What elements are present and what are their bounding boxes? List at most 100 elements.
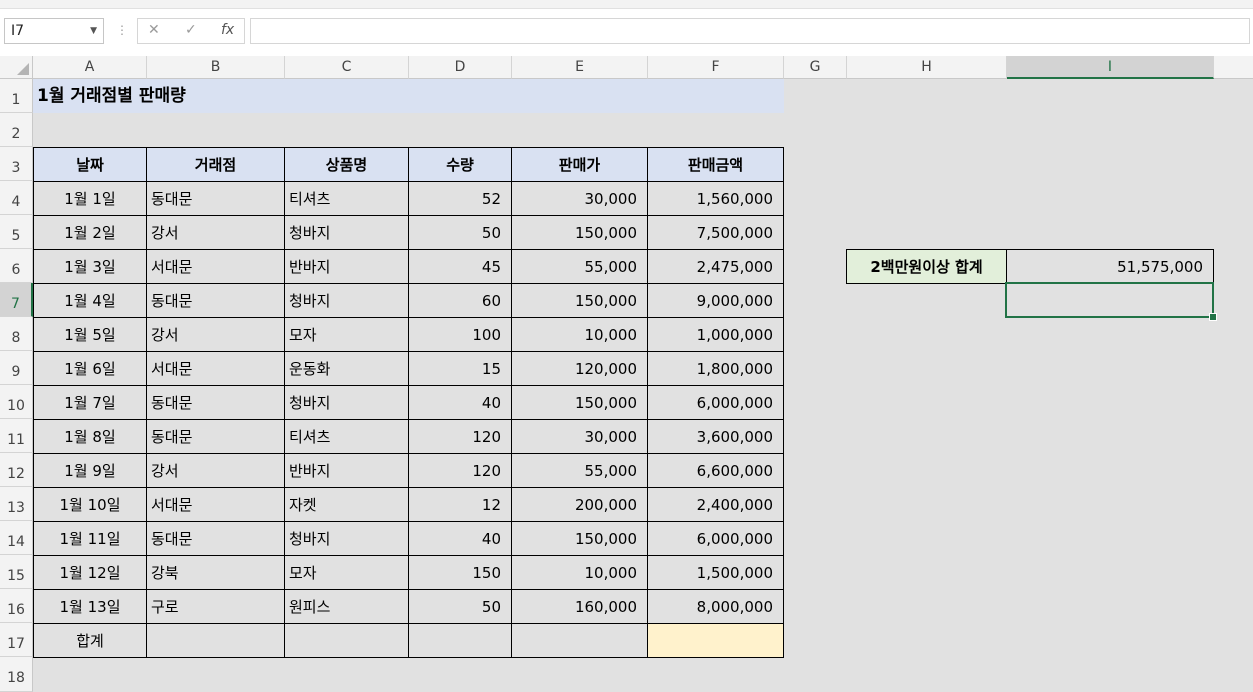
cell-quantity[interactable]: 50 [408,215,512,250]
cell-store[interactable]: 서대문 [146,351,285,386]
cell-product[interactable]: 운동화 [284,351,409,386]
cell-store[interactable]: 서대문 [146,249,285,284]
row-header-17[interactable]: 17 [0,623,33,657]
column-header-i[interactable]: I [1007,56,1214,79]
row-header-12[interactable]: 12 [0,453,33,487]
cell-amount[interactable]: 9,000,000 [647,283,784,318]
formula-input[interactable] [250,18,1250,44]
cell-price[interactable]: 30,000 [511,181,648,216]
cell-store[interactable]: 구로 [146,589,285,624]
row-header-14[interactable]: 14 [0,521,33,555]
summary-value[interactable]: 51,575,000 [1006,249,1214,284]
column-header-b[interactable]: B [147,56,285,79]
cell-quantity[interactable]: 120 [408,453,512,488]
total-amount-cell[interactable] [647,623,784,658]
total-label[interactable]: 합계 [33,623,147,658]
cell-amount[interactable]: 8,000,000 [647,589,784,624]
column-header-c[interactable]: C [285,56,409,79]
cell-amount[interactable]: 7,500,000 [647,215,784,250]
total-quantity-cell[interactable] [408,623,512,658]
cell-date[interactable]: 1월 4일 [33,283,147,318]
cell-date[interactable]: 1월 12일 [33,555,147,590]
active-cell-i7[interactable] [1005,282,1214,318]
cell-product[interactable]: 모자 [284,555,409,590]
cell-price[interactable]: 55,000 [511,249,648,284]
cell-price[interactable]: 150,000 [511,215,648,250]
cell-price[interactable]: 55,000 [511,453,648,488]
cell-product[interactable]: 반바지 [284,249,409,284]
cell-store[interactable]: 강서 [146,453,285,488]
cell-store[interactable]: 동대문 [146,283,285,318]
row-header-6[interactable]: 6 [0,249,33,283]
cell-quantity[interactable]: 15 [408,351,512,386]
column-header-a[interactable]: A [33,56,147,79]
row-header-8[interactable]: 8 [0,317,33,351]
row-header-13[interactable]: 13 [0,487,33,521]
column-header-e[interactable]: E [512,56,648,79]
cell-amount[interactable]: 6,600,000 [647,453,784,488]
total-price-cell[interactable] [511,623,648,658]
cell-price[interactable]: 120,000 [511,351,648,386]
cell-quantity[interactable]: 100 [408,317,512,352]
cell-product[interactable]: 청바지 [284,385,409,420]
cell-date[interactable]: 1월 10일 [33,487,147,522]
cell-price[interactable]: 150,000 [511,385,648,420]
row-header-4[interactable]: 4 [0,181,33,215]
total-product-cell[interactable] [284,623,409,658]
cell-date[interactable]: 1월 8일 [33,419,147,454]
cell-amount[interactable]: 6,000,000 [647,385,784,420]
cell-amount[interactable]: 2,475,000 [647,249,784,284]
row-header-3[interactable]: 3 [0,147,33,181]
row-header-2[interactable]: 2 [0,113,33,147]
cell-amount[interactable]: 2,400,000 [647,487,784,522]
row-header-16[interactable]: 16 [0,589,33,623]
row-header-10[interactable]: 10 [0,385,33,419]
cell-price[interactable]: 150,000 [511,521,648,556]
cell-product[interactable]: 원피스 [284,589,409,624]
row-header-1[interactable]: 1 [0,79,33,113]
cell-quantity[interactable]: 40 [408,521,512,556]
cell-store[interactable]: 동대문 [146,419,285,454]
chevron-down-icon[interactable]: ▼ [90,19,97,43]
cell-date[interactable]: 1월 3일 [33,249,147,284]
column-header-j[interactable] [1214,56,1253,79]
cell-quantity[interactable]: 40 [408,385,512,420]
cell-date[interactable]: 1월 13일 [33,589,147,624]
table-header-price[interactable]: 판매가 [511,147,648,182]
cell-quantity[interactable]: 50 [408,589,512,624]
enter-icon[interactable]: ✓ [185,22,197,38]
cell-store[interactable]: 강서 [146,317,285,352]
cell-quantity[interactable]: 12 [408,487,512,522]
cell-amount[interactable]: 3,600,000 [647,419,784,454]
cell-price[interactable]: 200,000 [511,487,648,522]
cell-product[interactable]: 티셔츠 [284,181,409,216]
cell-price[interactable]: 10,000 [511,317,648,352]
cell-quantity[interactable]: 45 [408,249,512,284]
total-store-cell[interactable] [146,623,285,658]
cell-date[interactable]: 1월 7일 [33,385,147,420]
cell-product[interactable]: 반바지 [284,453,409,488]
cell-quantity[interactable]: 60 [408,283,512,318]
cell-store[interactable]: 동대문 [146,181,285,216]
cell-store[interactable]: 강서 [146,215,285,250]
cell-product[interactable]: 모자 [284,317,409,352]
cell-product[interactable]: 청바지 [284,283,409,318]
cell-amount[interactable]: 1,800,000 [647,351,784,386]
select-all-button[interactable] [0,56,33,79]
cell-product[interactable]: 청바지 [284,521,409,556]
cell-store[interactable]: 동대문 [146,521,285,556]
insert-function-icon[interactable]: fx [221,22,234,38]
column-header-h[interactable]: H [847,56,1007,79]
cell-date[interactable]: 1월 11일 [33,521,147,556]
cell-amount[interactable]: 1,560,000 [647,181,784,216]
sheet-title[interactable]: 1월 거래점별 판매량 [33,79,784,113]
fill-handle[interactable] [1209,313,1217,321]
cell-quantity[interactable]: 120 [408,419,512,454]
cell-area[interactable]: 1월 거래점별 판매량 날짜 거래점 상품명 수량 판매가 판매금액 1월 1일… [33,79,1253,692]
cell-product[interactable]: 자켓 [284,487,409,522]
cell-date[interactable]: 1월 6일 [33,351,147,386]
cell-store[interactable]: 동대문 [146,385,285,420]
row-header-5[interactable]: 5 [0,215,33,249]
table-header-date[interactable]: 날짜 [33,147,147,182]
column-header-f[interactable]: F [648,56,784,79]
